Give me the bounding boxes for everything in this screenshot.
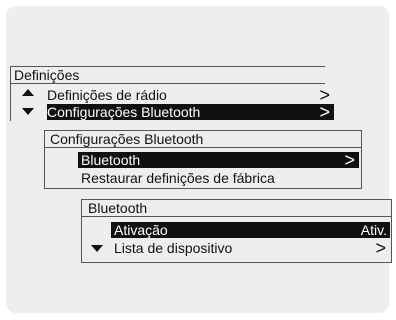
- activation-value: Ativ.: [360, 222, 387, 238]
- menu-item-label: Restaurar definições de fábrica: [81, 170, 275, 186]
- bluetooth-settings-menu-title: Configurações Bluetooth: [45, 131, 361, 148]
- menu-item-label: Ativação: [114, 222, 168, 238]
- menu-item-label: Definições de rádio: [47, 87, 167, 103]
- menu-item-bluetooth[interactable]: Bluetooth >: [78, 150, 359, 170]
- menu-item-label: Configurações Bluetooth: [47, 104, 201, 120]
- bluetooth-menu-title: Bluetooth: [82, 200, 391, 217]
- scroll-down-icon[interactable]: [22, 108, 34, 115]
- menu-item-activation[interactable]: Ativação Ativ.: [111, 222, 390, 238]
- bluetooth-settings-menu: Configurações Bluetooth Bluetooth > Rest…: [44, 130, 362, 189]
- menu-item-factory-reset[interactable]: Restaurar definições de fábrica: [81, 170, 359, 186]
- chevron-right-icon: >: [375, 238, 386, 258]
- settings-menu: Definições Definições de rádio > Configu…: [10, 66, 334, 121]
- scroll-down-icon[interactable]: [91, 245, 103, 252]
- menu-item-device-list[interactable]: Lista de dispositivo >: [114, 238, 390, 258]
- menu-item-label: Bluetooth: [81, 152, 141, 168]
- bluetooth-menu: Bluetooth Ativação Ativ. Lista de dispos…: [81, 199, 392, 263]
- chevron-right-icon: >: [344, 150, 355, 170]
- scroll-up-icon[interactable]: [22, 89, 34, 96]
- settings-menu-title: Definições: [11, 67, 325, 84]
- menu-item-label: Lista de dispositivo: [114, 240, 233, 256]
- menu-item-radio-settings[interactable]: Definições de rádio >: [47, 86, 334, 104]
- menu-item-bluetooth-settings[interactable]: Configurações Bluetooth >: [47, 102, 334, 122]
- chevron-right-icon: >: [319, 102, 330, 122]
